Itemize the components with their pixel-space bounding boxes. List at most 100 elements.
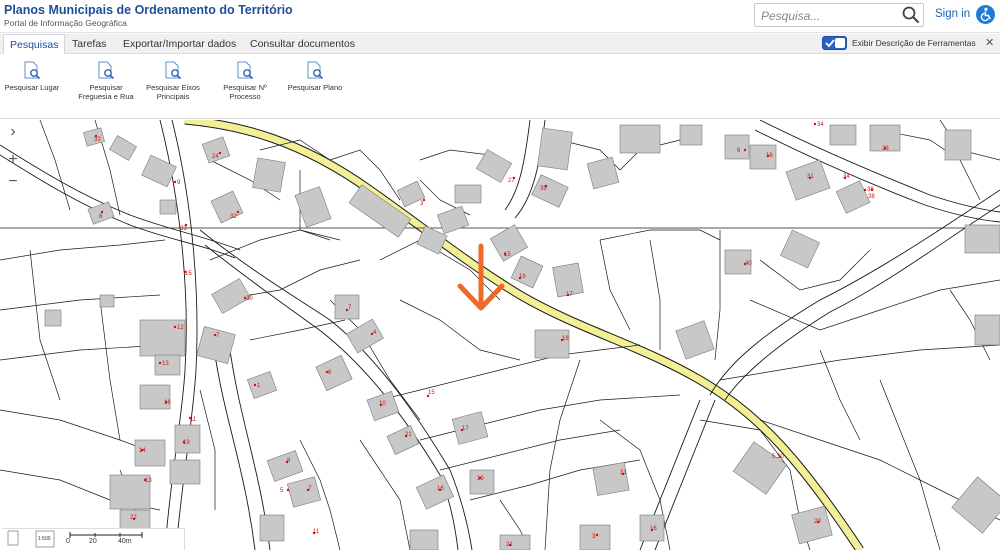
svg-text:12: 12: [177, 325, 184, 331]
tool-pesquisar-eixos[interactable]: Pesquisar Eixos Principais: [141, 61, 205, 101]
svg-text:13: 13: [145, 478, 152, 484]
svg-text:17: 17: [462, 426, 469, 432]
tool-pesquisar-processo[interactable]: Pesquisar Nº Processo: [213, 61, 277, 101]
svg-text:23: 23: [882, 146, 889, 152]
label-point: 23: [882, 146, 889, 152]
svg-text:21: 21: [405, 432, 412, 438]
tool-label: Pesquisar Nº Processo: [223, 83, 267, 101]
label-point: 14: [139, 448, 146, 454]
svg-text:35: 35: [540, 186, 547, 192]
svg-text:16: 16: [766, 153, 773, 159]
scale-label-40: 40m: [118, 538, 132, 545]
svg-text:16: 16: [437, 486, 444, 492]
app-window: Planos Municipais de Ordenamento do Terr…: [0, 0, 1000, 550]
label-point: 31: [620, 470, 627, 476]
svg-text:15: 15: [504, 252, 511, 258]
tool-pesquisar-lugar[interactable]: Pesquisar Lugar: [0, 61, 64, 92]
label-point: 18: [560, 336, 569, 342]
label-point: 21: [506, 542, 513, 548]
label-point: 34: [813, 122, 824, 128]
label-point: 15: [183, 270, 192, 277]
svg-text:19: 19: [519, 274, 526, 280]
document-search-icon: [98, 61, 115, 80]
label-point: 27: [508, 176, 515, 184]
buildings: [44, 124, 1000, 550]
app-subtitle: Portal de Informação Geográfica: [4, 18, 127, 28]
svg-text:10: 10: [379, 401, 386, 407]
label-point: 7: [306, 486, 312, 492]
svg-text:5: 5: [280, 488, 284, 494]
svg-text:14: 14: [139, 448, 146, 454]
svg-text:30: 30: [246, 296, 253, 302]
zoom-in-icon[interactable]: +: [3, 150, 23, 170]
map-toggle-icon: [7, 530, 19, 546]
svg-text:38: 38: [868, 194, 875, 200]
tab-tarefas[interactable]: Tarefas: [66, 34, 112, 54]
label-point: 30: [243, 296, 253, 302]
zoom-out-icon[interactable]: −: [3, 172, 23, 192]
document-search-icon: [24, 61, 41, 80]
label-point: 35: [540, 184, 547, 192]
accessibility-icon[interactable]: [976, 5, 995, 24]
svg-text:23: 23: [814, 519, 821, 525]
search-input[interactable]: [761, 7, 897, 24]
map-canvas[interactable]: 33 9 24 34 8 32 33 3 27 35 6 34 23 31 16…: [0, 120, 1000, 550]
svg-text:19: 19: [477, 476, 484, 482]
svg-text:40: 40: [745, 261, 752, 267]
label-point: 5.30: [772, 454, 784, 460]
scale-label-0: 0: [66, 538, 70, 545]
svg-text:33: 33: [94, 137, 101, 143]
signin-link[interactable]: Sign in: [935, 8, 970, 20]
svg-text:27: 27: [508, 178, 515, 184]
label-point: 34: [843, 174, 850, 180]
svg-text:33: 33: [180, 226, 187, 232]
label-point: 10: [379, 401, 386, 407]
scale-ratio-badge[interactable]: 1:500: [38, 536, 51, 542]
label-point: 19: [477, 476, 484, 482]
label-point: 5: [280, 488, 290, 494]
label-point: 9: [173, 180, 181, 186]
app-title: Planos Municipais de Ordenamento do Terr…: [4, 3, 293, 17]
svg-text:22: 22: [130, 515, 137, 521]
label-point: 22: [130, 515, 137, 521]
label-point: 11: [312, 529, 320, 535]
tool-label: Pesquisar Eixos Principais: [146, 83, 200, 101]
svg-text:15: 15: [428, 390, 435, 396]
tool-description-toggle[interactable]: [822, 36, 847, 50]
search-icon[interactable]: [901, 5, 921, 25]
cadastral-map[interactable]: 33 9 24 34 8 32 33 3 27 35 6 34 23 31 16…: [0, 120, 1000, 550]
svg-text:5.30: 5.30: [772, 454, 784, 460]
chevron-right-icon[interactable]: ›: [3, 122, 23, 142]
tool-pesquisar-freguesia[interactable]: Pesquisar Freguesia e Rua: [74, 61, 138, 101]
label-point: 31: [807, 174, 814, 180]
svg-text:17: 17: [566, 292, 573, 298]
header: Planos Municipais de Ordenamento do Terr…: [0, 0, 1000, 33]
tab-consultar-documentos[interactable]: Consultar documentos: [244, 34, 361, 54]
label-point: 17: [460, 426, 469, 432]
label-point: 19: [518, 274, 526, 280]
document-search-icon: [307, 61, 324, 80]
label-point: 17: [566, 292, 573, 298]
svg-text:16: 16: [650, 526, 657, 532]
svg-text:32: 32: [230, 214, 237, 220]
tab-bar: Pesquisas Tarefas Exportar/Importar dado…: [0, 34, 1000, 54]
label-point: 8: [285, 458, 291, 464]
tab-exportar-importar[interactable]: Exportar/Importar dados: [117, 34, 242, 54]
label-point: 21: [404, 432, 412, 438]
label-point: 16: [766, 153, 773, 159]
tool-pesquisar-plano[interactable]: Pesquisar Plano: [283, 61, 347, 92]
label-point: 19: [182, 440, 190, 446]
svg-text:34: 34: [817, 122, 824, 128]
svg-text:15: 15: [185, 271, 192, 277]
svg-text:11: 11: [313, 529, 320, 535]
tool-label: Pesquisar Lugar: [4, 83, 60, 92]
label-point: 33: [94, 134, 101, 143]
tab-pesquisas[interactable]: Pesquisas: [3, 34, 66, 54]
svg-text:9: 9: [177, 180, 181, 186]
toggle-knob: [835, 38, 845, 48]
close-icon[interactable]: ✕: [985, 36, 994, 49]
label-point: 16: [164, 400, 171, 406]
label-point: 16: [437, 486, 444, 492]
label-point: 23: [814, 519, 821, 525]
svg-text:31: 31: [620, 470, 627, 476]
